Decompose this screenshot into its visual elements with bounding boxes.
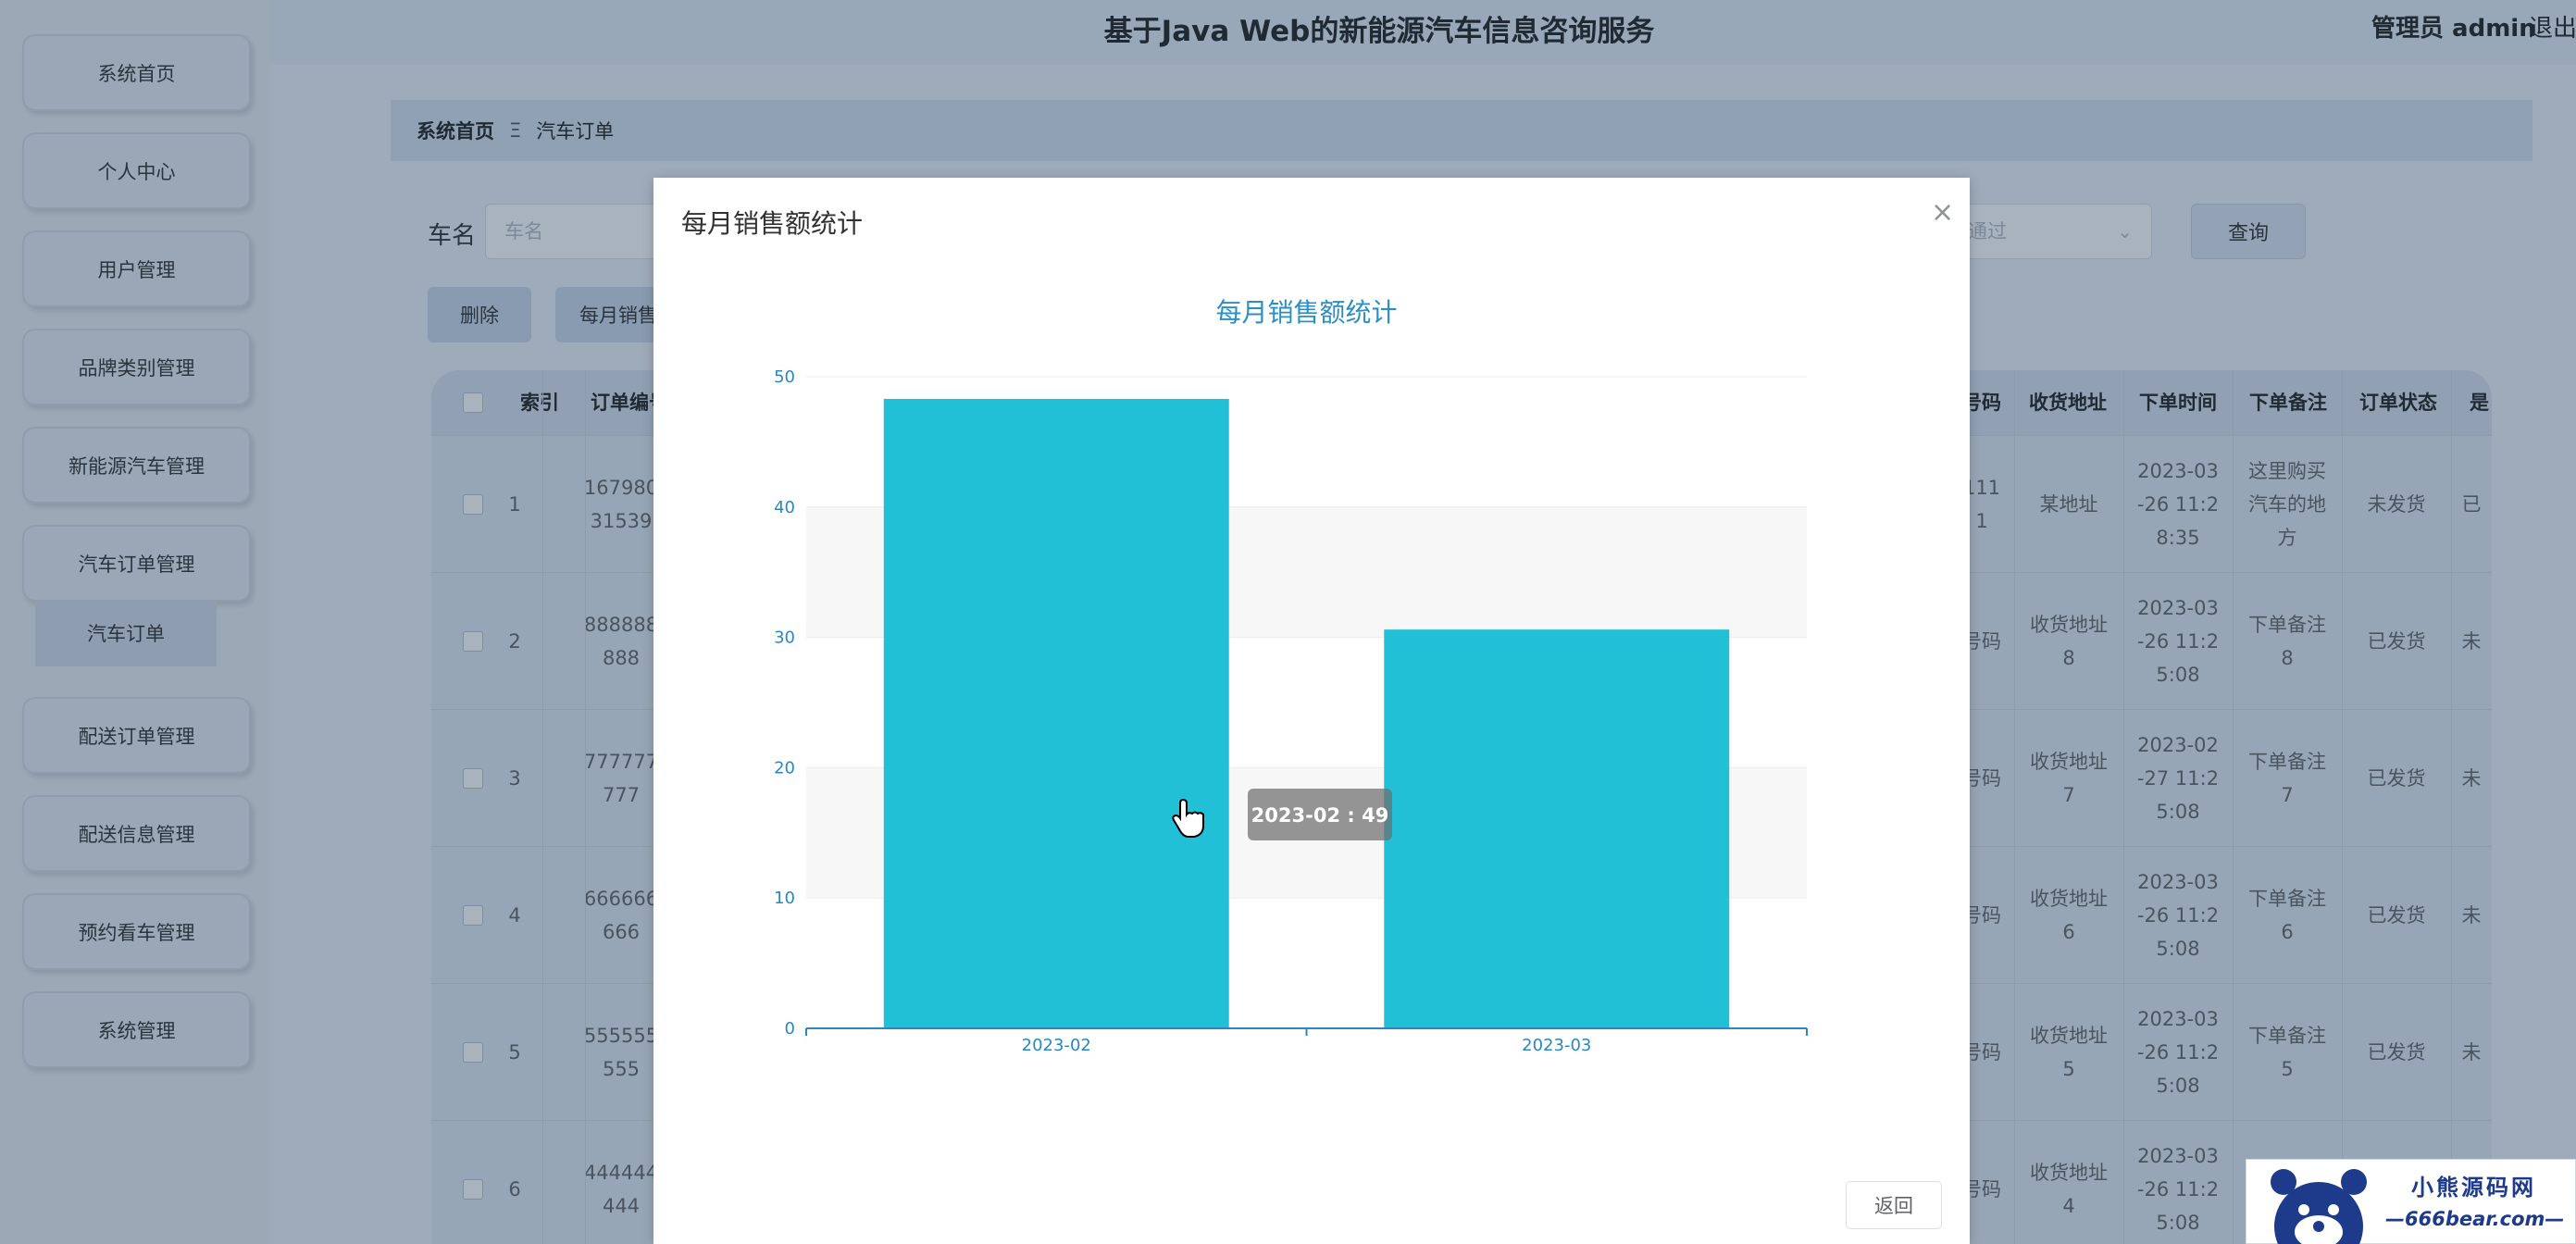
bear-logo-icon (2271, 1169, 2367, 1244)
y-tick-label: 30 (774, 628, 795, 648)
y-tick-label: 0 (785, 1019, 795, 1039)
watermark-url: —666bear.com— (2385, 1208, 2565, 1230)
y-tick-label: 10 (774, 889, 795, 908)
chart-title: 每月销售额统计 (1215, 297, 1397, 328)
y-tick-label: 40 (774, 498, 795, 517)
chart-tooltip-text: 2023-02 : 49 (1251, 804, 1389, 827)
monthly-sales-chart: 每月销售额统计 0 10 20 30 40 50 2023-02 2023-03 2023-02 … (774, 297, 1808, 1055)
bar-2023-03[interactable] (1384, 629, 1730, 1028)
y-tick-label: 20 (774, 758, 795, 778)
watermark-badge: 小熊源码网 —666bear.com— (2246, 1159, 2576, 1244)
y-tick-label: 50 (774, 367, 795, 387)
x-tick-label: 2023-03 (1522, 1036, 1591, 1055)
bar-2023-02[interactable] (883, 398, 1229, 1028)
back-button[interactable]: 返回 (1846, 1181, 1942, 1229)
monthly-sales-dialog: 每月销售额统计 × 每月销售额统计 0 10 20 30 40 50 2023-02 2023-… (653, 178, 1970, 1244)
x-tick-label: 2023-02 (1022, 1036, 1091, 1055)
watermark-name: 小熊源码网 (2411, 1175, 2536, 1200)
